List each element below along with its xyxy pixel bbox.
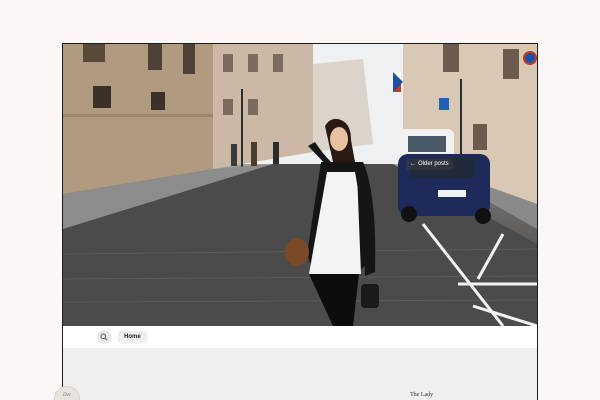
post-content: The Lady (63, 348, 537, 400)
featured-image[interactable]: ← Older posts (63, 44, 537, 326)
site-frame: ← Older posts Home The Lady (62, 43, 538, 400)
arrow-left-icon: ← (410, 161, 416, 167)
toolbar: Home (63, 326, 537, 348)
home-link[interactable]: Home (118, 331, 147, 343)
older-posts-label: Older posts (418, 161, 449, 167)
search-button[interactable] (97, 330, 111, 344)
post-title[interactable]: The Lady (410, 392, 433, 398)
older-posts-link[interactable]: ← Older posts (406, 159, 453, 170)
street-photo (63, 44, 537, 326)
search-icon (100, 333, 108, 341)
